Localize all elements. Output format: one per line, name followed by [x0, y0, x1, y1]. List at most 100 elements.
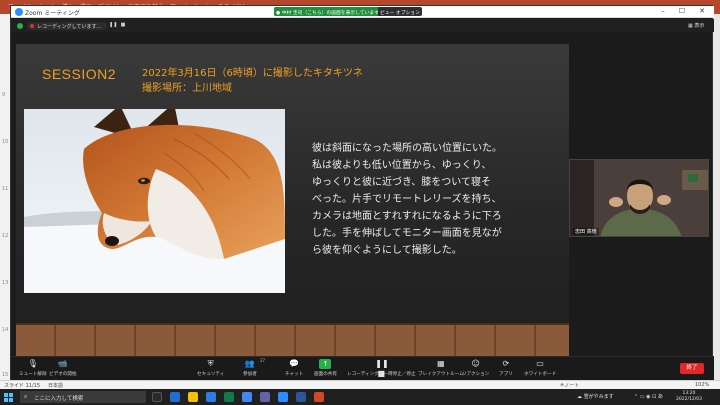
search-icon: ⌕: [24, 393, 28, 400]
close-icon[interactable]: ✕: [695, 7, 709, 15]
record-dot-icon: [30, 24, 34, 28]
wood-floor: [16, 325, 569, 356]
session-title: SESSION2: [42, 66, 117, 82]
slide-body-text: 彼は斜面になった場所の高い位置にいた。 私は彼よりも低い位置から、ゆっくり、 ゆ…: [312, 140, 547, 259]
teams-icon[interactable]: [260, 392, 270, 402]
edge-icon[interactable]: [170, 392, 180, 402]
microphone-muted-icon: 🎙: [27, 359, 38, 368]
share-label: 画面の共有: [314, 372, 337, 377]
ruler-number: 13: [2, 280, 9, 286]
share-screen-button[interactable]: ↑ 画面の共有: [314, 359, 337, 377]
store-icon[interactable]: [224, 392, 234, 402]
smile-icon: ☺: [471, 359, 480, 368]
body-line: べった。片手でリモートレリーズを持ち、: [312, 194, 502, 205]
participants-button[interactable]: 👥 27 参加者: [243, 358, 265, 377]
video-label: ビデオの開始: [49, 372, 77, 377]
recording-label: レコーディングしています...: [37, 24, 102, 30]
body-line: 私は彼よりも低い位置から、ゆっくり、: [312, 160, 492, 171]
ruler-number: 12: [2, 233, 9, 239]
security-button[interactable]: ⛨ セキュリティ: [197, 359, 224, 377]
shield-icon: ⛨: [207, 359, 214, 368]
reactions-button[interactable]: ☺ リアクション: [462, 359, 489, 377]
body-line: 彼は斜面になった場所の高い位置にいた。: [312, 143, 502, 154]
participants-label: 参加者: [243, 372, 257, 377]
video-off-icon: 📹: [57, 359, 68, 368]
end-meeting-button[interactable]: 終了: [680, 363, 704, 374]
clock-date: 2022/12/03: [676, 397, 702, 402]
pause-recording-icon[interactable]: ❚❚: [109, 22, 117, 29]
windows-start-icon[interactable]: [4, 393, 13, 402]
participant-video[interactable]: 忠田 高徳: [569, 159, 709, 237]
chat-button[interactable]: 💬 チャット: [285, 359, 303, 377]
notes-button[interactable]: ≙ノート: [560, 382, 579, 389]
view-button[interactable]: ▦ 表示: [688, 22, 704, 29]
zoom-taskbar-icon[interactable]: [278, 392, 288, 402]
meeting-info-bar: レコーディングしています... ❚❚ ■ ▦ 表示: [11, 19, 714, 32]
breakout-rooms-button[interactable]: ▦ ブレイクアウトルーム: [418, 359, 464, 377]
security-label: セキュリティ: [197, 372, 225, 377]
taskbar-search[interactable]: ⌕ ここに入力して検索: [20, 391, 146, 403]
breakout-label: ブレイクアウトルーム: [418, 372, 464, 377]
record-label: レコーディングを一時停止／停止: [347, 372, 416, 377]
start-video-button[interactable]: 📹 ビデオの開始: [49, 359, 77, 377]
mute-label: ミュート解除: [19, 372, 47, 377]
ruler-number: 15: [2, 372, 9, 378]
powerpoint-icon[interactable]: [314, 392, 324, 402]
ruler-number: 10: [2, 139, 9, 145]
minimize-icon[interactable]: –: [656, 7, 670, 15]
share-banner: ● 中村 圭司（こちら）の画面を表示しています ビュー オプション ∨: [274, 7, 425, 16]
slide-heading-location: 撮影場所：上川地域: [142, 83, 232, 94]
participant-video-image: [570, 160, 708, 236]
whiteboard-icon: ▭: [536, 359, 544, 368]
meeting-toolbar: 🎙 ミュート解除 📹 ビデオの開始 ⛨ セキュリティ 👥 27 参加者 💬 チャ…: [11, 356, 714, 381]
share-banner-text: ● 中村 圭司（こちら）の画面を表示しています: [274, 7, 378, 16]
view-label: 表示: [694, 23, 705, 29]
zoom-title-bar: Zoom ミーティング ● 中村 圭司（こちら）の画面を表示しています ビュー …: [11, 6, 714, 18]
participants-icon: 👥: [244, 359, 255, 368]
mail-icon[interactable]: [206, 392, 216, 402]
maximize-icon[interactable]: ☐: [675, 7, 689, 15]
body-line: した。手を伸ばしてモニター画面を見なが: [312, 228, 502, 239]
weather-text: 雪がやみます: [583, 394, 614, 400]
apps-button[interactable]: ⟳ アプリ: [499, 359, 513, 377]
language-indicator[interactable]: 日本語: [48, 382, 63, 389]
security-shield-icon[interactable]: [17, 23, 23, 29]
reactions-label: リアクション: [462, 372, 490, 377]
recording-indicator: レコーディングしています...: [27, 22, 107, 30]
fox-photo-image: [24, 109, 285, 293]
windows-taskbar: ⌕ ここに入力して検索 ☁ 雪がやみます ⌃ ▭ ◉ ⊡ あ 13:20 202…: [0, 389, 720, 405]
breakout-rooms-icon: ▦: [437, 359, 445, 368]
chat-label: チャット: [285, 372, 304, 377]
file-explorer-icon[interactable]: [188, 392, 198, 402]
apps-label: アプリ: [499, 372, 513, 377]
body-line: カメラは地面とすれすれになるように下ろ: [312, 211, 502, 222]
ruler-number: 11: [2, 186, 9, 192]
ruler-number: 9: [2, 92, 6, 98]
powerpoint-status-bar: スライド 11/15 日本語 ≙ノート 102%: [0, 380, 720, 389]
task-view-icon[interactable]: [152, 392, 162, 402]
zoom-logo-icon: [15, 8, 23, 16]
whiteboard-button[interactable]: ▭ ホワイトボード: [524, 359, 556, 377]
slide-heading-date: 2022年3月16日（6時頃）に撮影したキタキツネ: [142, 68, 363, 79]
window-title: Zoom ミーティング: [25, 10, 80, 17]
ruler-number: 14: [2, 327, 9, 333]
search-placeholder: ここに入力して検索: [34, 396, 84, 402]
shared-slide: SESSION2 2022年3月16日（6時頃）に撮影したキタキツネ 撮影場所：…: [16, 44, 569, 356]
weather-widget[interactable]: ☁ 雪がやみます: [577, 393, 614, 400]
taskbar-clock[interactable]: 13:20 2022/12/03: [676, 391, 702, 403]
mute-button[interactable]: 🎙 ミュート解除: [19, 359, 47, 377]
fox-photo: [24, 109, 285, 293]
chrome-icon[interactable]: [242, 392, 252, 402]
participant-name: 忠田 高徳: [573, 228, 599, 235]
record-control-button[interactable]: ❚❚ ■ レコーディングを一時停止／停止: [347, 359, 416, 378]
body-line: ら彼を仰ぐようにして撮影した。: [312, 245, 462, 256]
system-tray-icons[interactable]: ⌃ ▭ ◉ ⊡ あ: [634, 393, 663, 400]
word-icon[interactable]: [296, 392, 306, 402]
zoom-level[interactable]: 102%: [695, 382, 709, 388]
view-options-button[interactable]: ビュー オプション ∨: [380, 9, 425, 16]
chat-icon: 💬: [289, 359, 300, 368]
pause-stop-icon: ❚❚ ■: [375, 359, 389, 378]
participants-count: 27: [260, 358, 266, 363]
stop-recording-icon[interactable]: ■: [119, 22, 127, 29]
zoom-window: Zoom ミーティング ● 中村 圭司（こちら）の画面を表示しています ビュー …: [10, 5, 714, 381]
